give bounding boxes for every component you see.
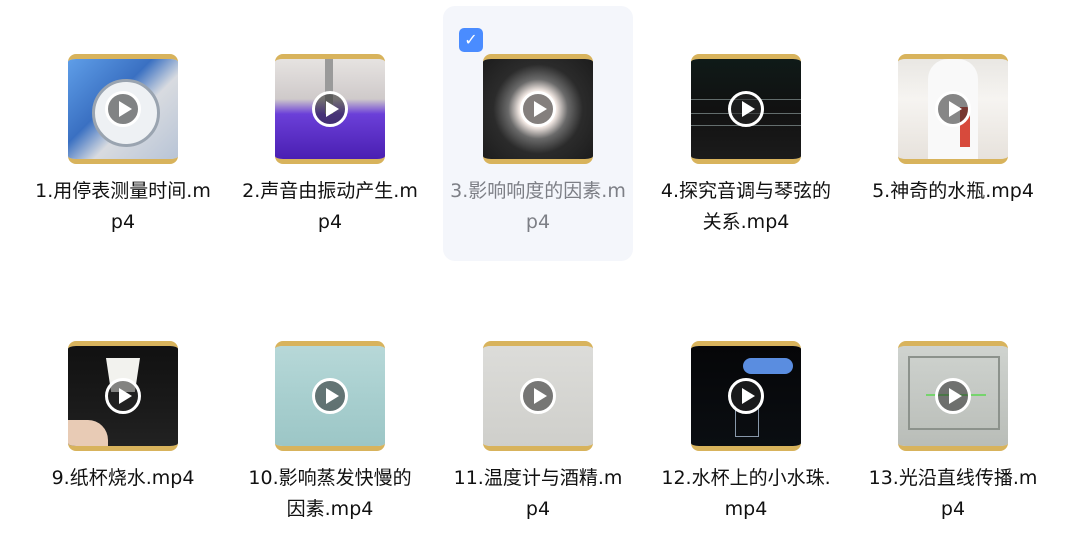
play-icon[interactable] (312, 378, 348, 414)
file-tile[interactable]: 13.光沿直线传播.mp4 (858, 293, 1048, 538)
file-name: 1.用停表测量时间.mp4 (35, 180, 211, 233)
video-thumbnail[interactable] (275, 54, 385, 164)
video-thumbnail[interactable] (483, 54, 593, 164)
video-thumbnail[interactable] (68, 54, 178, 164)
file-tile[interactable]: 1.用停表测量时间.mp4 (28, 6, 218, 261)
file-tile[interactable]: 12.水杯上的小水珠.mp4 (651, 293, 841, 538)
video-thumbnail[interactable] (898, 341, 1008, 451)
play-icon[interactable] (728, 378, 764, 414)
video-thumbnail[interactable] (483, 341, 593, 451)
file-name: 13.光沿直线传播.mp4 (868, 467, 1038, 520)
play-icon[interactable] (312, 91, 348, 127)
play-icon[interactable] (520, 91, 556, 127)
file-name: 10.影响蒸发快慢的因素.mp4 (248, 467, 412, 520)
play-icon[interactable] (520, 378, 556, 414)
play-icon[interactable] (728, 91, 764, 127)
file-name: 11.温度计与酒精.mp4 (453, 467, 623, 520)
play-icon[interactable] (105, 91, 141, 127)
file-name: 9.纸杯烧水.mp4 (51, 467, 195, 489)
checkbox-checked-icon[interactable]: ✓ (459, 28, 483, 52)
file-grid: 1.用停表测量时间.mp4 2.声音由振动产生.mp4 ✓ 3.影响响度的因素.… (0, 0, 1080, 538)
file-name: 5.神奇的水瓶.mp4 (872, 180, 1034, 202)
video-thumbnail[interactable] (691, 54, 801, 164)
file-name: 3.影响响度的因素.mp4 (450, 180, 626, 233)
file-name: 4.探究音调与琴弦的关系.mp4 (660, 180, 832, 233)
file-name: 2.声音由振动产生.mp4 (242, 180, 418, 233)
file-tile[interactable]: 9.纸杯烧水.mp4 (28, 293, 218, 538)
video-thumbnail[interactable] (68, 341, 178, 451)
file-name: 12.水杯上的小水珠.mp4 (661, 467, 831, 520)
video-thumbnail[interactable] (691, 341, 801, 451)
play-icon[interactable] (935, 378, 971, 414)
file-tile[interactable]: 4.探究音调与琴弦的关系.mp4 (651, 6, 841, 261)
file-tile[interactable]: 11.温度计与酒精.mp4 (443, 293, 633, 538)
file-tile[interactable]: 2.声音由振动产生.mp4 (235, 6, 425, 261)
file-tile[interactable]: 10.影响蒸发快慢的因素.mp4 (235, 293, 425, 538)
file-tile-selected[interactable]: ✓ 3.影响响度的因素.mp4 (443, 6, 633, 261)
video-thumbnail[interactable] (898, 54, 1008, 164)
video-thumbnail[interactable] (275, 341, 385, 451)
play-icon[interactable] (935, 91, 971, 127)
file-tile[interactable]: 5.神奇的水瓶.mp4 (858, 6, 1048, 261)
play-icon[interactable] (105, 378, 141, 414)
